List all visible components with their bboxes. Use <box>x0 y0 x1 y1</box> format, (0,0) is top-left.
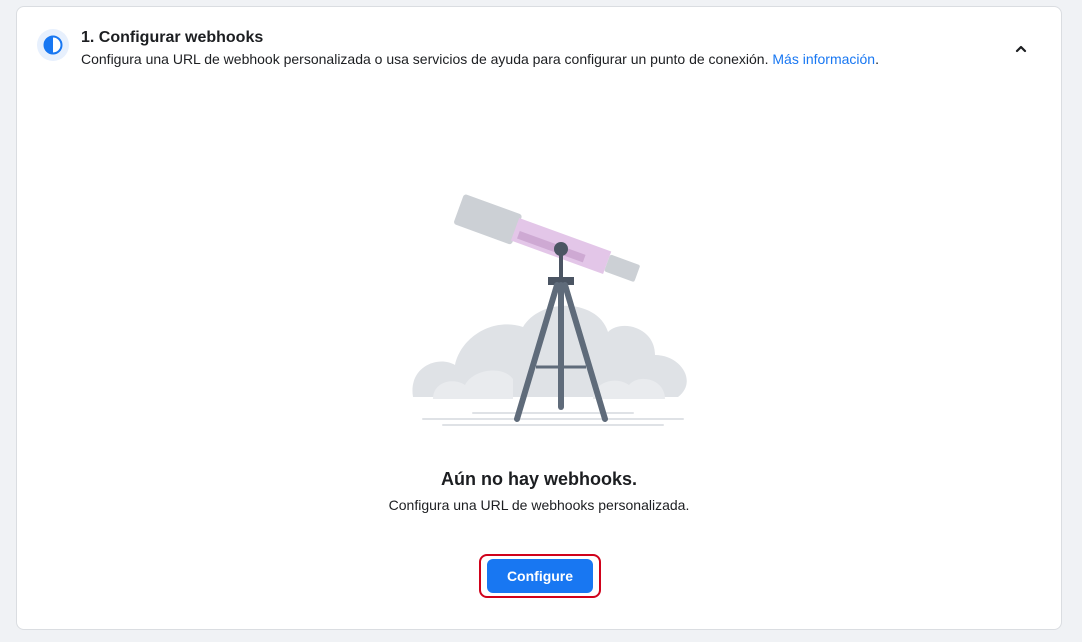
more-info-link[interactable]: Más información <box>772 51 875 67</box>
step-description-suffix: . <box>875 51 879 67</box>
step-description: Configura una URL de webhook personaliza… <box>81 49 941 69</box>
step-description-text: Configura una URL de webhook personaliza… <box>81 51 773 67</box>
chevron-up-icon <box>1015 45 1027 53</box>
configure-button-highlight: Configure <box>479 554 601 598</box>
empty-state-subtitle: Configura una URL de webhooks personaliz… <box>388 497 690 513</box>
telescope-illustration <box>412 194 687 426</box>
step-header: 1. Configurar webhooks Configura una URL… <box>81 29 941 69</box>
configure-button[interactable]: Configure <box>487 559 593 593</box>
collapse-button[interactable] <box>1007 35 1035 63</box>
step-title: 1. Configurar webhooks <box>81 29 264 46</box>
webhooks-step-card: 1. Configurar webhooks Configura una URL… <box>16 6 1062 630</box>
half-circle-progress-icon <box>37 29 69 61</box>
empty-state-title: Aún no hay webhooks. <box>440 469 637 489</box>
